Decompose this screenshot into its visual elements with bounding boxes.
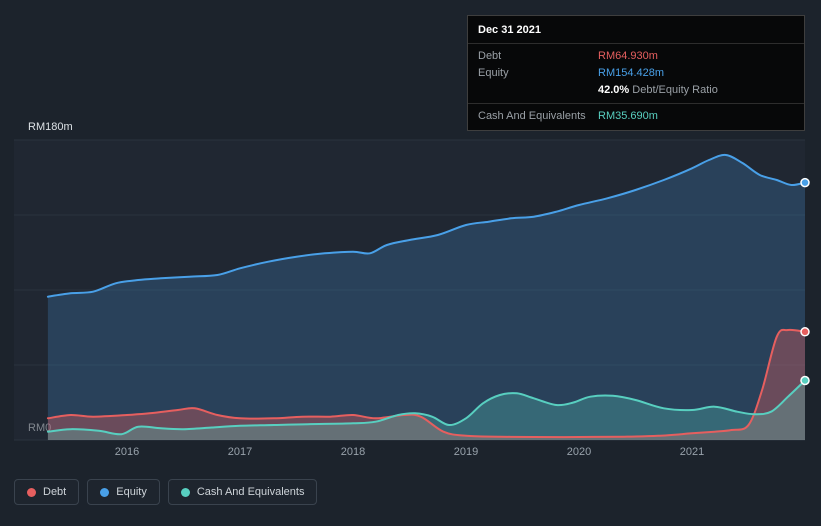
y-axis-label-top: RM180m xyxy=(28,121,73,133)
tooltip-date: Dec 31 2021 xyxy=(478,24,541,36)
chart-tooltip: Dec 31 2021 Debt RM64.930m Equity RM154.… xyxy=(467,15,805,131)
x-axis-label: 2016 xyxy=(114,446,140,458)
equity-series-dot-icon xyxy=(100,487,110,497)
tooltip-debt-label: Debt xyxy=(478,50,502,62)
legend-item-cash[interactable]: Cash And Equivalents xyxy=(167,479,318,505)
x-axis-label: 2017 xyxy=(227,446,253,458)
legend-label-equity: Equity xyxy=(116,486,147,498)
tooltip-equity-row: Equity RM154.428m xyxy=(468,65,804,82)
x-axis-labels: 2016 2017 2018 2019 2020 2021 xyxy=(14,446,805,460)
cash-and-equivalents-end-marker xyxy=(800,375,810,386)
debt-end-marker xyxy=(800,327,810,337)
debt-series-dot-icon xyxy=(27,487,36,497)
tooltip-ratio-row: 42.0% Debt/Equity Ratio xyxy=(468,82,804,99)
tooltip-divider xyxy=(468,43,804,44)
tooltip-cash-label: Cash And Equivalents xyxy=(478,110,586,122)
page: { "tooltip": { "date": "Dec 31 2021", "d… xyxy=(0,0,821,526)
equity-end-marker xyxy=(800,177,810,188)
chart-plot-area[interactable] xyxy=(14,139,810,441)
tooltip-equity-value: RM154.428m xyxy=(598,67,665,79)
legend-label-cash: Cash And Equivalents xyxy=(196,486,305,498)
tooltip-debt-value: RM64.930m xyxy=(598,50,658,62)
chart-legend: Debt Equity Cash And Equivalents xyxy=(14,479,318,505)
legend-label-debt: Debt xyxy=(43,486,67,498)
cash-series-dot-icon xyxy=(180,487,190,497)
legend-item-debt[interactable]: Debt xyxy=(14,479,80,505)
tooltip-divider xyxy=(468,103,804,104)
x-axis-label: 2019 xyxy=(453,446,479,458)
tooltip-cash-value: RM35.690m xyxy=(598,110,658,122)
tooltip-ratio-percent: 42.0% xyxy=(598,84,630,96)
tooltip-equity-label: Equity xyxy=(478,67,509,79)
tooltip-ratio-label: Debt/Equity Ratio xyxy=(632,84,718,96)
tooltip-cash-row: Cash And Equivalents RM35.690m xyxy=(468,108,804,125)
x-axis-label: 2018 xyxy=(340,446,366,458)
legend-item-equity[interactable]: Equity xyxy=(87,479,160,505)
tooltip-debt-row: Debt RM64.930m xyxy=(468,48,804,65)
tooltip-ratio-value: 42.0% Debt/Equity Ratio xyxy=(598,83,718,98)
x-axis-label: 2021 xyxy=(679,446,705,458)
x-axis-label: 2020 xyxy=(566,446,592,458)
